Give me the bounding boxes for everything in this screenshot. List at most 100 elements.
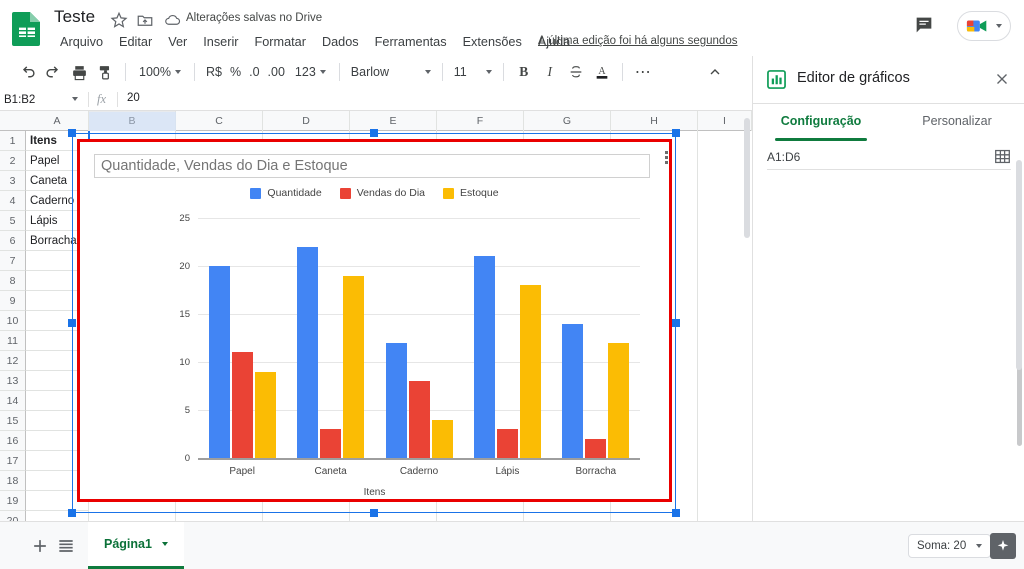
menu-item-ferramentas[interactable]: Ferramentas xyxy=(367,33,455,51)
col-header-h[interactable]: H xyxy=(611,111,698,131)
zoom-chevron-down-icon[interactable] xyxy=(175,70,181,74)
menu-item-inserir[interactable]: Inserir xyxy=(195,33,246,51)
chart-bar[interactable] xyxy=(386,343,407,458)
all-sheets-icon[interactable] xyxy=(56,536,76,556)
select-range-grid-icon[interactable] xyxy=(994,148,1011,165)
chart-bar[interactable] xyxy=(497,429,518,458)
chart-bar[interactable] xyxy=(409,381,430,458)
row-header[interactable]: 4 xyxy=(0,191,26,211)
undo-icon[interactable] xyxy=(14,59,40,85)
row-header[interactable]: 19 xyxy=(0,491,26,511)
decrease-decimal-button[interactable]: .0 xyxy=(245,65,263,79)
chart-bar[interactable] xyxy=(432,420,453,458)
col-header-e[interactable]: E xyxy=(350,111,437,131)
col-header-g[interactable]: G xyxy=(524,111,611,131)
row-header[interactable]: 16 xyxy=(0,431,26,451)
chart-object[interactable]: Quantidade, Vendas do Dia e Estoque Quan… xyxy=(72,133,676,513)
menu-item-extensoes[interactable]: Extensões xyxy=(455,33,530,51)
resize-handle-nw[interactable] xyxy=(68,129,76,137)
row-header[interactable]: 3 xyxy=(0,171,26,191)
print-icon[interactable] xyxy=(66,59,92,85)
legend-item-vendas-do-dia[interactable]: Vendas do Dia xyxy=(340,187,425,199)
row-header[interactable]: 11 xyxy=(0,331,26,351)
resize-handle-w[interactable] xyxy=(68,319,76,327)
row-header[interactable]: 1 xyxy=(0,131,26,151)
formula-input[interactable]: 20 xyxy=(127,92,140,104)
menu-item-arquivo[interactable]: Arquivo xyxy=(52,33,111,51)
chart-bar[interactable] xyxy=(209,266,230,458)
menu-item-editar[interactable]: Editar xyxy=(111,33,160,51)
zoom-selector[interactable]: 100% xyxy=(133,63,187,81)
row-header[interactable]: 6 xyxy=(0,231,26,251)
legend-item-estoque[interactable]: Estoque xyxy=(443,187,499,199)
currency-button[interactable]: R$ xyxy=(202,65,226,79)
tab-configuracao[interactable]: Configuração xyxy=(753,108,889,141)
font-size-selector[interactable]: 11 xyxy=(450,63,496,81)
menu-item-dados[interactable]: Dados xyxy=(314,33,367,51)
resize-handle-ne[interactable] xyxy=(672,129,680,137)
chart-bar[interactable] xyxy=(320,429,341,458)
row-header[interactable]: 17 xyxy=(0,451,26,471)
sum-status-button[interactable]: Soma: 20 xyxy=(908,534,991,558)
chart-bar[interactable] xyxy=(255,372,276,458)
grid-vertical-scrollbar[interactable] xyxy=(744,118,750,238)
explore-button[interactable] xyxy=(990,533,1016,559)
name-box[interactable]: B1:B2 xyxy=(0,90,80,109)
star-icon[interactable] xyxy=(110,11,128,29)
numfmt-chevron-down-icon[interactable] xyxy=(320,70,326,74)
menu-item-ver[interactable]: Ver xyxy=(160,33,195,51)
number-format-selector[interactable]: 123 xyxy=(289,63,332,81)
increase-decimal-button[interactable]: .00 xyxy=(264,65,289,79)
row-header[interactable]: 20 xyxy=(0,511,26,521)
chart-menu-icon[interactable] xyxy=(661,144,671,170)
bold-button[interactable]: B xyxy=(511,59,537,85)
tab-personalizar[interactable]: Personalizar xyxy=(889,108,1024,141)
resize-handle-s[interactable] xyxy=(370,509,378,517)
chart-bar[interactable] xyxy=(474,256,495,458)
col-header-c[interactable]: C xyxy=(176,111,263,131)
row-header[interactable]: 10 xyxy=(0,311,26,331)
resize-handle-n[interactable] xyxy=(370,129,378,137)
chart-bar[interactable] xyxy=(297,247,318,458)
panel-vertical-scrollbar[interactable] xyxy=(1016,160,1022,370)
font-family-selector[interactable]: Barlow xyxy=(347,63,435,81)
chart-bar[interactable] xyxy=(520,285,541,458)
resize-handle-e[interactable] xyxy=(672,319,680,327)
chart-bar[interactable] xyxy=(232,352,253,458)
row-header[interactable]: 2 xyxy=(0,151,26,171)
legend-item-quantidade[interactable]: Quantidade xyxy=(250,187,321,199)
row-header[interactable]: 5 xyxy=(0,211,26,231)
document-title[interactable]: Teste xyxy=(54,7,95,27)
paint-format-icon[interactable] xyxy=(92,59,118,85)
italic-button[interactable]: I xyxy=(537,59,563,85)
chart-title-input[interactable]: Quantidade, Vendas do Dia e Estoque xyxy=(94,154,650,178)
row-header[interactable]: 9 xyxy=(0,291,26,311)
strikethrough-button[interactable] xyxy=(563,59,589,85)
add-sheet-icon[interactable] xyxy=(30,536,50,556)
col-header-f[interactable]: F xyxy=(437,111,524,131)
col-header-a[interactable]: A xyxy=(26,111,89,131)
col-header-d[interactable]: D xyxy=(263,111,350,131)
resize-handle-sw[interactable] xyxy=(68,509,76,517)
size-chevron-down-icon[interactable] xyxy=(486,70,492,74)
row-header[interactable]: 15 xyxy=(0,411,26,431)
row-header[interactable]: 12 xyxy=(0,351,26,371)
chart-bar[interactable] xyxy=(343,276,364,458)
sum-chevron-down-icon[interactable] xyxy=(976,544,982,548)
resize-handle-se[interactable] xyxy=(672,509,680,517)
namebox-chevron-down-icon[interactable] xyxy=(72,97,78,101)
font-chevron-down-icon[interactable] xyxy=(425,70,431,74)
menu-item-formatar[interactable]: Formatar xyxy=(246,33,313,51)
row-header[interactable]: 18 xyxy=(0,471,26,491)
sheet-tab-chevron-down-icon[interactable] xyxy=(162,542,168,546)
redo-icon[interactable] xyxy=(40,59,66,85)
chart-bar[interactable] xyxy=(608,343,629,458)
sheet-tab-pagina1[interactable]: Página1 xyxy=(88,522,184,569)
text-color-button[interactable]: A xyxy=(589,59,615,85)
row-header[interactable]: 8 xyxy=(0,271,26,291)
data-range-row[interactable]: A1:D6 xyxy=(767,144,1011,170)
collapse-toolbar-icon[interactable] xyxy=(702,59,728,85)
percent-button[interactable]: % xyxy=(226,65,245,79)
row-header[interactable]: 14 xyxy=(0,391,26,411)
more-options-icon[interactable]: ⋯ xyxy=(630,59,656,85)
